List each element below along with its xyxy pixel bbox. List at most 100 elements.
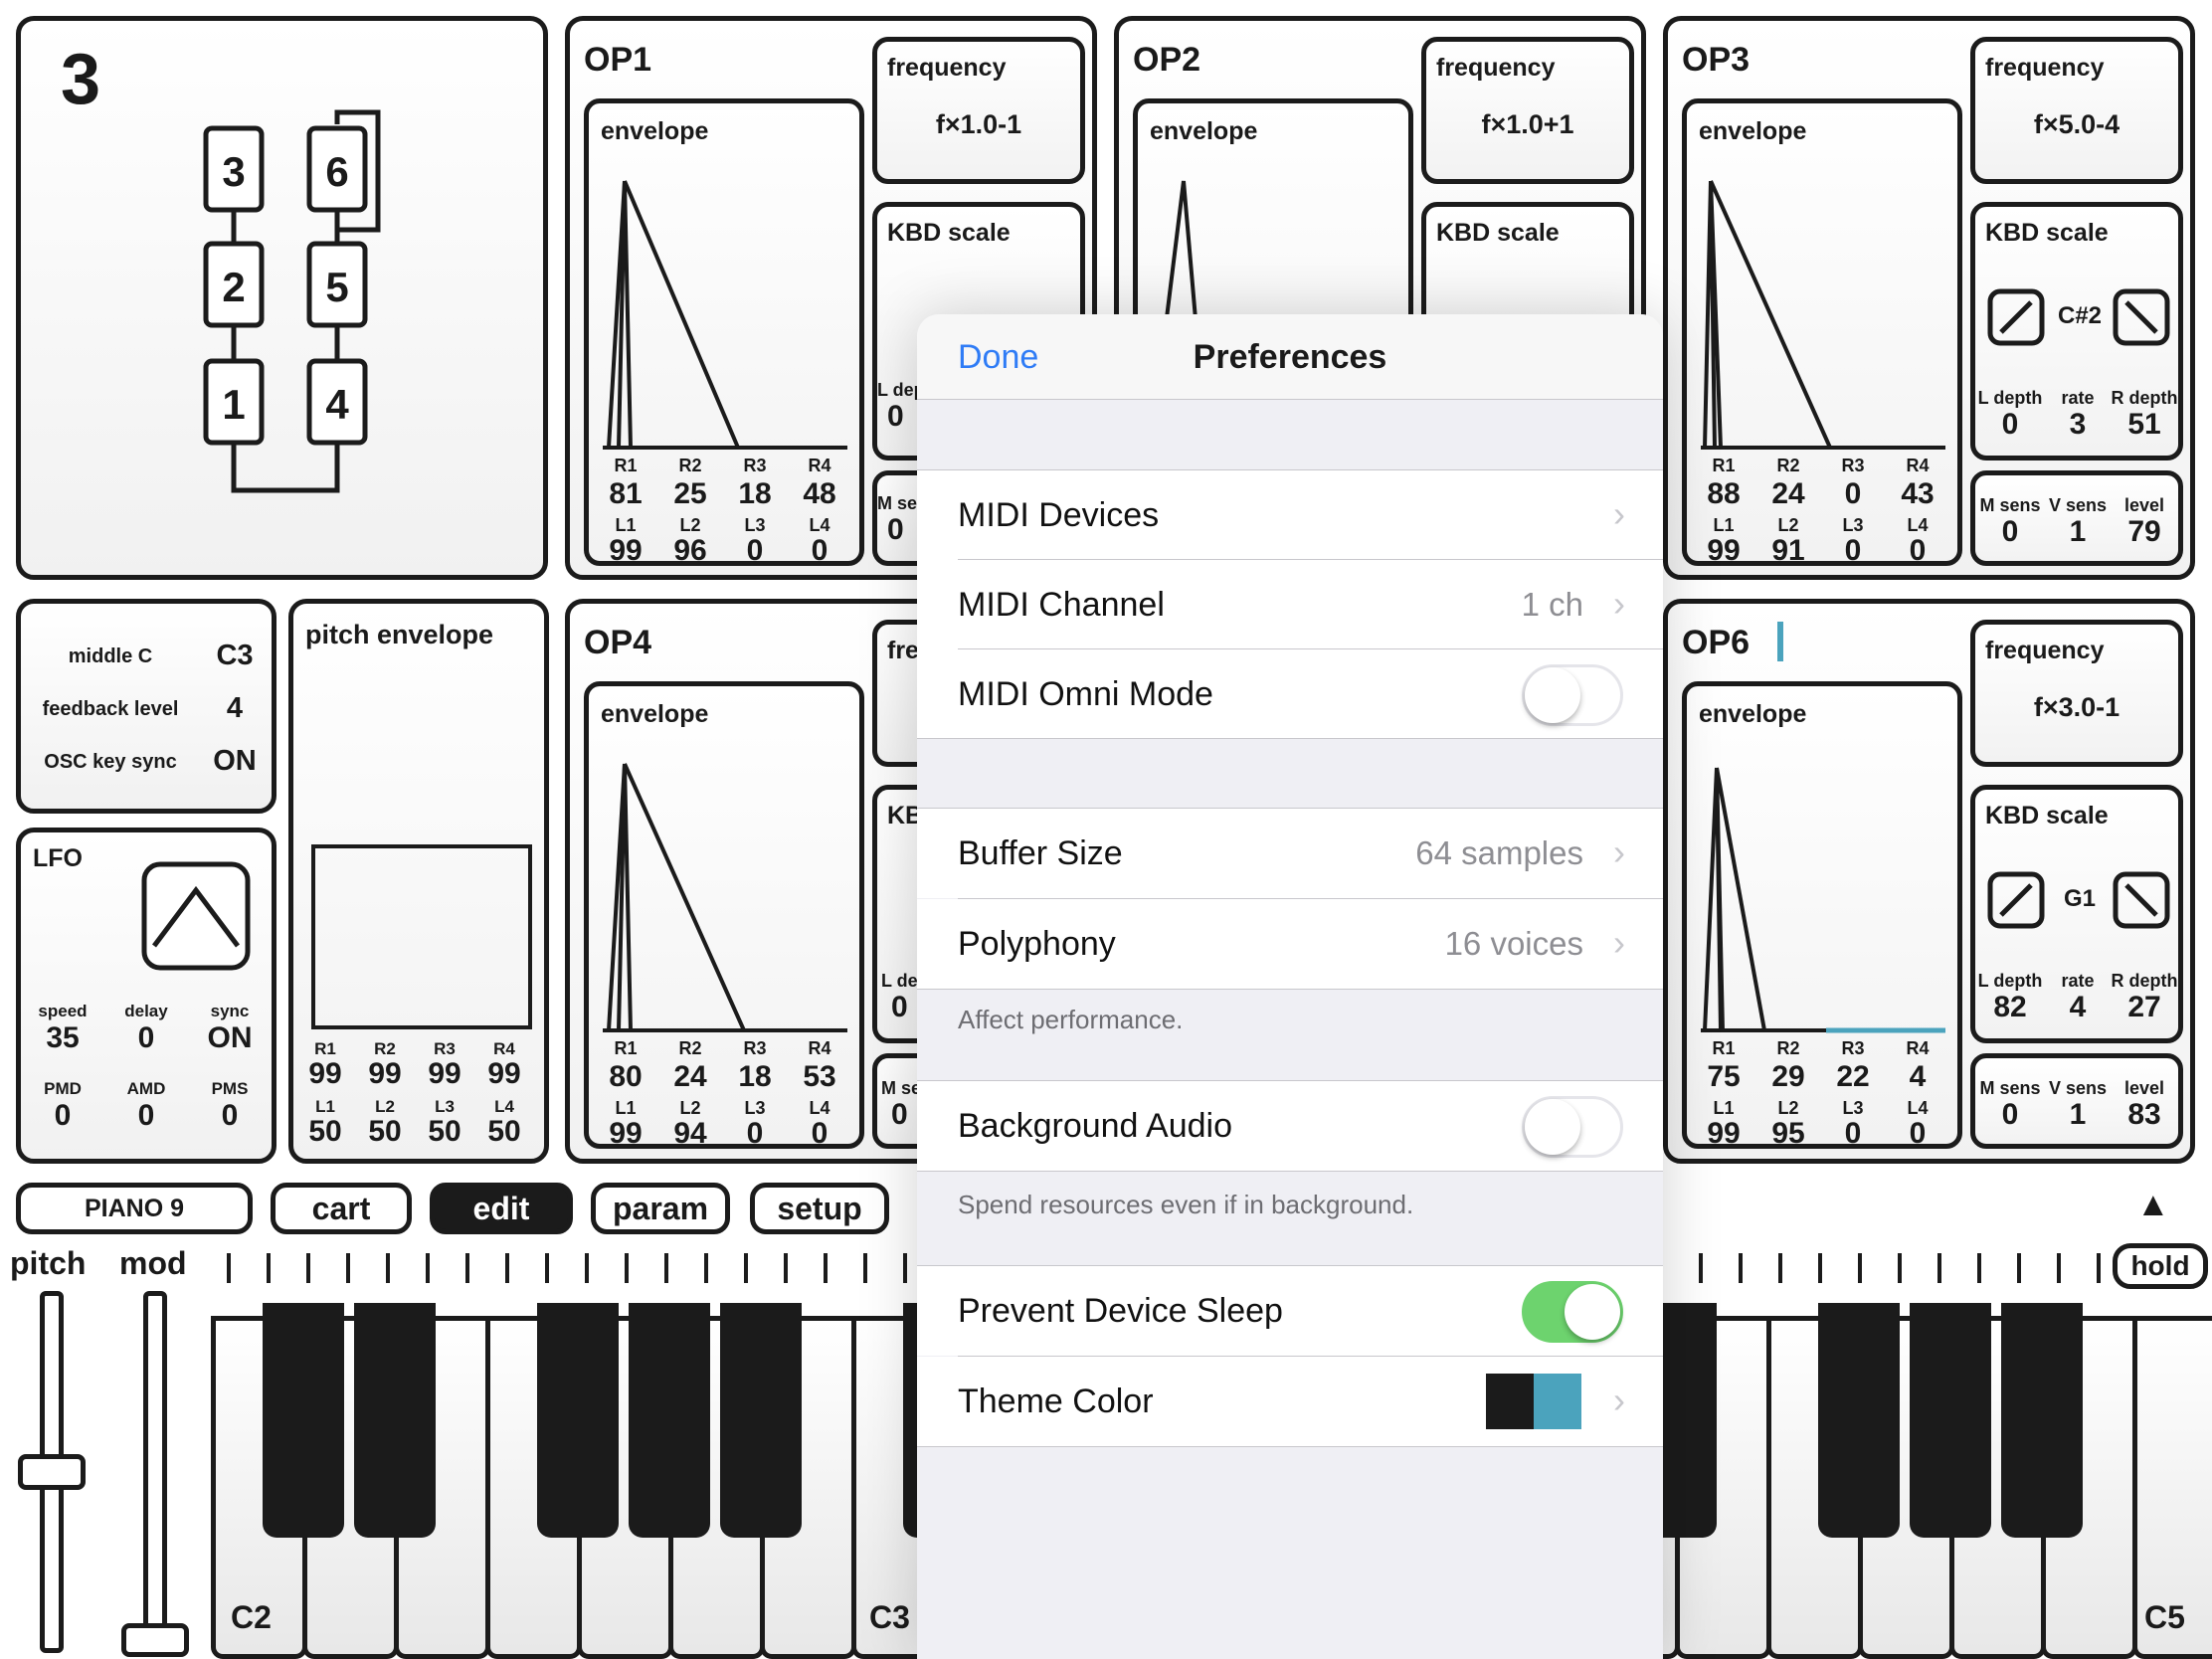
op6-r1[interactable]: 75 xyxy=(1699,1060,1749,1094)
hold-button[interactable]: hold xyxy=(2113,1243,2208,1289)
algorithm-panel[interactable]: 3 3 2 1 6 5 4 xyxy=(16,16,548,580)
midi-omni-toggle[interactable] xyxy=(1522,664,1623,726)
op1-r1[interactable]: 81 xyxy=(601,477,650,511)
feedback-level-value[interactable]: 4 xyxy=(200,692,270,725)
op1-r4[interactable]: 48 xyxy=(795,477,844,511)
op3-rate[interactable]: 3 xyxy=(2045,408,2111,442)
pe-r3[interactable]: 99 xyxy=(415,1057,474,1091)
lfo-panel[interactable]: LFO speed delay sync 35 0 ON PMD AMD PMS… xyxy=(16,828,276,1164)
op4-envelope[interactable]: envelope R1 R2 R3 R4 80 24 18 53 L1 L2 L… xyxy=(584,681,864,1151)
op4-r3[interactable]: 18 xyxy=(730,1060,780,1094)
op6-r3[interactable]: 22 xyxy=(1828,1060,1878,1094)
op3-panel[interactable]: OP3 envelope R1 R2 R3 R4 88 24 0 43 L1 L… xyxy=(1663,16,2195,580)
black-key[interactable] xyxy=(1910,1303,1991,1538)
pe-l3[interactable]: 50 xyxy=(415,1115,474,1149)
op1-frequency[interactable]: frequency f×1.0-1 xyxy=(872,37,1085,184)
op2-frequency[interactable]: frequency f×1.0+1 xyxy=(1421,37,1634,184)
prevent-sleep-toggle[interactable] xyxy=(1522,1281,1623,1343)
op6-l3[interactable]: 0 xyxy=(1828,1117,1878,1151)
pe-r1[interactable]: 99 xyxy=(295,1057,355,1091)
pitch-envelope-panel[interactable]: pitch envelope R1 R2 R3 R4 99 99 99 99 L… xyxy=(288,599,549,1164)
op6-r2[interactable]: 29 xyxy=(1763,1060,1813,1094)
curve-up-icon[interactable] xyxy=(1987,288,2047,348)
op3-r2[interactable]: 24 xyxy=(1763,477,1813,511)
op3-l1[interactable]: 99 xyxy=(1699,534,1749,568)
buffer-size-row[interactable]: Buffer Size 64 samples › xyxy=(917,809,1663,898)
black-key[interactable] xyxy=(2001,1303,2083,1538)
preset-name-button[interactable]: PIANO 9 xyxy=(16,1183,253,1234)
pe-l2[interactable]: 50 xyxy=(355,1115,415,1149)
op3-kbd-note[interactable]: C#2 xyxy=(2047,302,2113,330)
lfo-pmd[interactable]: 0 xyxy=(21,1099,104,1133)
pitch-envelope-graph[interactable] xyxy=(311,844,532,1029)
op3-r3[interactable]: 0 xyxy=(1828,477,1878,511)
op4-r4[interactable]: 53 xyxy=(795,1060,844,1094)
op6-kbd-note[interactable]: G1 xyxy=(2047,885,2113,913)
octave-up-icon[interactable]: ▲ xyxy=(2136,1186,2170,1224)
black-key[interactable] xyxy=(1818,1303,1900,1538)
op4-l4[interactable]: 0 xyxy=(795,1117,844,1151)
op3-ldepth[interactable]: 0 xyxy=(1975,408,2045,442)
op3-r1[interactable]: 88 xyxy=(1699,477,1749,511)
op6-r4[interactable]: 4 xyxy=(1893,1060,1942,1094)
op1-envelope[interactable]: envelope R1 R2 R3 R4 81 25 18 48 L1 L2 L… xyxy=(584,98,864,568)
setup-button[interactable]: setup xyxy=(750,1183,889,1234)
op3-r4[interactable]: 43 xyxy=(1893,477,1942,511)
osc-key-sync-value[interactable]: ON xyxy=(200,745,270,778)
op4-l1[interactable]: 99 xyxy=(601,1117,650,1151)
op4-r2[interactable]: 24 xyxy=(665,1060,715,1094)
pitch-wheel-handle[interactable] xyxy=(18,1454,86,1490)
op3-envelope[interactable]: envelope R1 R2 R3 R4 88 24 0 43 L1 L2 L3… xyxy=(1682,98,1962,568)
op3-output[interactable]: M sens V sens level 0 1 79 xyxy=(1970,470,2183,566)
op3-frequency[interactable]: frequency f×5.0-4 xyxy=(1970,37,2183,184)
curve-down-icon[interactable] xyxy=(2113,288,2172,348)
background-audio-toggle[interactable] xyxy=(1522,1096,1623,1158)
mod-wheel-handle[interactable] xyxy=(121,1623,189,1657)
cart-button[interactable]: cart xyxy=(271,1183,412,1234)
op6-vsens[interactable]: 1 xyxy=(2045,1098,2111,1132)
op6-envelope[interactable]: envelope R1 R2 R3 R4 75 29 22 4 L1 L2 L3… xyxy=(1682,681,1962,1151)
edit-button[interactable]: edit xyxy=(430,1183,573,1234)
op4-r1[interactable]: 80 xyxy=(601,1060,650,1094)
polyphony-row[interactable]: Polyphony 16 voices › xyxy=(917,899,1663,989)
pe-r2[interactable]: 99 xyxy=(355,1057,415,1091)
pe-l4[interactable]: 50 xyxy=(474,1115,534,1149)
op1-l3[interactable]: 0 xyxy=(730,534,780,568)
lfo-pms[interactable]: 0 xyxy=(188,1099,272,1133)
op6-l2[interactable]: 95 xyxy=(1763,1117,1813,1151)
op1-l1[interactable]: 99 xyxy=(601,534,650,568)
lfo-speed[interactable]: 35 xyxy=(21,1021,104,1055)
pe-r4[interactable]: 99 xyxy=(474,1057,534,1091)
curve-down-icon[interactable] xyxy=(2113,871,2172,931)
black-key[interactable] xyxy=(629,1303,710,1538)
op3-kbd-scale[interactable]: KBD scale C#2 L depth rate R depth 0 3 5… xyxy=(1970,202,2183,461)
op1-r3[interactable]: 18 xyxy=(730,477,780,511)
op6-rdepth[interactable]: 27 xyxy=(2109,991,2180,1024)
op3-l4[interactable]: 0 xyxy=(1893,534,1942,568)
op3-rdepth[interactable]: 51 xyxy=(2109,408,2180,442)
black-key[interactable] xyxy=(537,1303,619,1538)
lfo-delay[interactable]: 0 xyxy=(104,1021,188,1055)
op6-rate[interactable]: 4 xyxy=(2045,991,2111,1024)
op6-msens[interactable]: 0 xyxy=(1975,1098,2045,1132)
op4-l3[interactable]: 0 xyxy=(730,1117,780,1151)
midi-channel-row[interactable]: MIDI Channel 1 ch › xyxy=(917,560,1663,649)
black-key[interactable] xyxy=(720,1303,802,1538)
param-button[interactable]: param xyxy=(591,1183,730,1234)
op1-r2[interactable]: 25 xyxy=(665,477,715,511)
midi-devices-row[interactable]: MIDI Devices › xyxy=(917,470,1663,560)
op6-ldepth[interactable]: 82 xyxy=(1975,991,2045,1024)
middle-c-value[interactable]: C3 xyxy=(200,640,270,672)
pe-l1[interactable]: 50 xyxy=(295,1115,355,1149)
black-key[interactable] xyxy=(263,1303,344,1538)
op3-level[interactable]: 79 xyxy=(2109,515,2180,549)
op6-level[interactable]: 83 xyxy=(2109,1098,2180,1132)
curve-up-icon[interactable] xyxy=(1987,871,2047,931)
op3-l2[interactable]: 91 xyxy=(1763,534,1813,568)
op6-l1[interactable]: 99 xyxy=(1699,1117,1749,1151)
globals-panel[interactable]: middle C C3 feedback level 4 OSC key syn… xyxy=(16,599,276,814)
op3-l3[interactable]: 0 xyxy=(1828,534,1878,568)
op6-output[interactable]: M sens V sens level 0 1 83 xyxy=(1970,1053,2183,1149)
op1-l2[interactable]: 96 xyxy=(665,534,715,568)
op6-l4[interactable]: 0 xyxy=(1893,1117,1942,1151)
